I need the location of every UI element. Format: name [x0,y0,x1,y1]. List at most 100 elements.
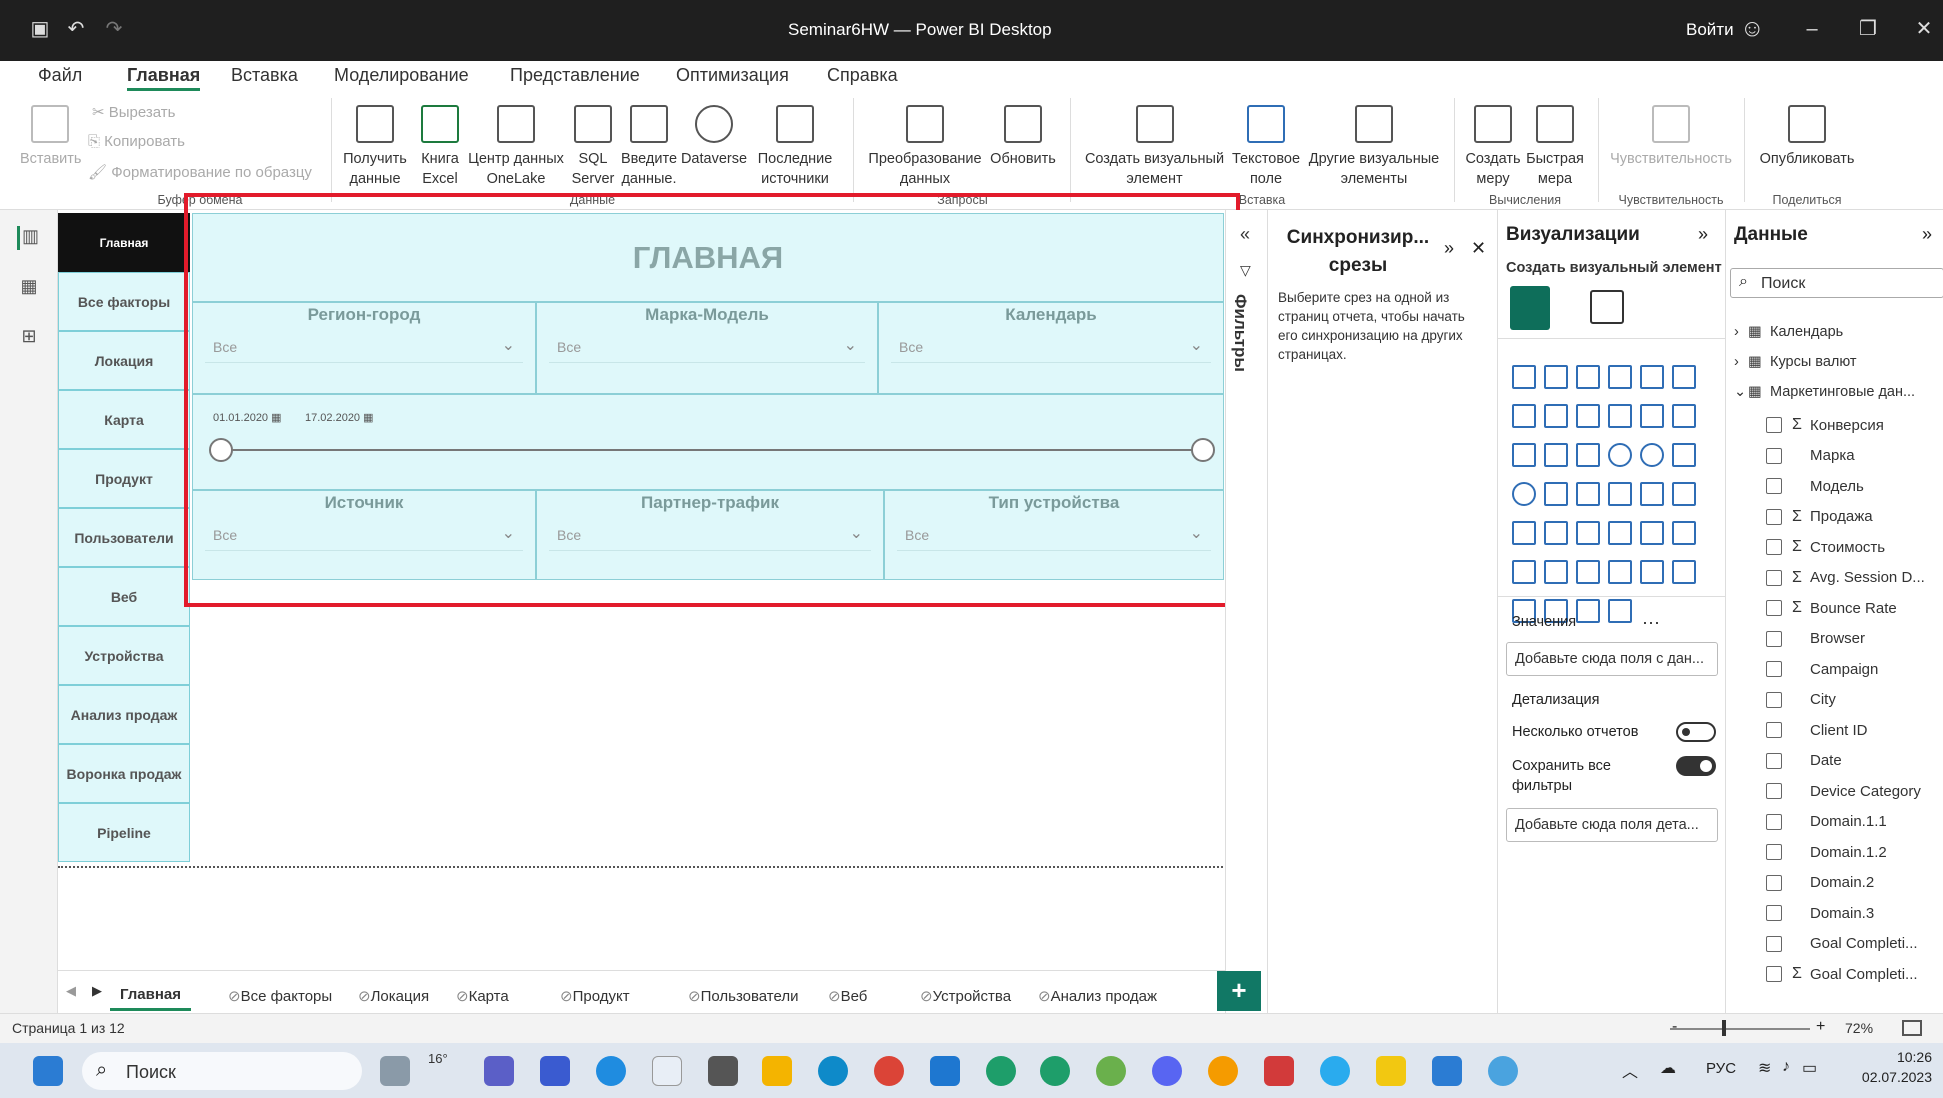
page-tab[interactable]: ⊘ Веб [818,981,877,1011]
scatter-icon[interactable] [1576,443,1600,467]
filled-map-icon[interactable] [1544,482,1568,506]
field-checkbox[interactable] [1766,417,1782,433]
taskbar-search[interactable]: ⌕ Поиск [82,1052,362,1090]
format-painter-button[interactable]: 🖌 Форматирование по образцу [88,163,312,181]
decomposition-tree-icon[interactable] [1544,560,1568,584]
tray-chevron-icon[interactable]: ︿ [1622,1058,1638,1082]
line-column-icon[interactable] [1608,404,1632,428]
azure-map-icon[interactable] [1576,482,1600,506]
field-checkbox[interactable] [1766,691,1782,708]
field-item[interactable]: Domain.2 [1766,872,1874,894]
field-checkbox[interactable] [1766,722,1782,738]
donut-icon[interactable] [1640,443,1664,467]
field-item[interactable]: Σ Avg. Session D... [1766,567,1925,589]
redo-icon[interactable]: ↷ [102,17,126,41]
paint-icon[interactable] [1488,1056,1518,1086]
transform-data-button[interactable]: Преобразование данных [865,105,985,189]
field-item[interactable]: Domain.3 [1766,902,1874,924]
field-checkbox[interactable] [1766,630,1782,647]
next-page-icon[interactable]: ▶ [92,983,102,999]
page-tab[interactable]: ⊘ Локация [348,981,439,1011]
field-checkbox[interactable] [1766,813,1782,830]
app-icon[interactable] [986,1056,1016,1086]
table-currency[interactable]: › ▦ Курсы валют [1734,354,1857,370]
field-item[interactable]: Σ Bounce Rate [1766,597,1897,619]
keep-filters-toggle[interactable] [1676,756,1716,776]
kpi-icon[interactable] [1512,521,1536,545]
field-checkbox[interactable] [1766,966,1782,982]
field-checkbox[interactable] [1766,478,1782,494]
fit-page-icon[interactable] [1902,1020,1922,1036]
page-tab[interactable]: ⊘ Все факторы [218,981,342,1011]
prev-page-icon[interactable]: ◀ [66,983,76,999]
field-item[interactable]: Σ Goal Completi... [1766,963,1918,985]
utorrent-icon[interactable] [1096,1056,1126,1086]
edge-icon[interactable] [818,1056,848,1086]
app-icon[interactable] [1208,1056,1238,1086]
zoom-slider[interactable] [1670,1028,1810,1030]
key-influencers-icon[interactable] [1512,560,1536,584]
pie-icon[interactable] [1608,443,1632,467]
excel-button[interactable]: Книга Excel [416,105,464,189]
zoom-out-icon[interactable]: - [1672,1018,1677,1036]
table-icon[interactable] [1576,521,1600,545]
menu-file[interactable]: Файл [38,65,82,86]
100-column-icon[interactable] [1672,365,1696,389]
page-button-web[interactable]: Веб [58,567,190,626]
app-icon[interactable] [1040,1056,1070,1086]
add-page-button[interactable]: + [1217,971,1261,1011]
build-visual-icon[interactable] [1510,286,1550,330]
line-chart-icon[interactable] [1512,404,1536,428]
teams-icon[interactable] [484,1056,514,1086]
get-data-button[interactable]: Получить данные [340,105,410,189]
menu-view[interactable]: Представление [510,65,640,86]
page-button-product[interactable]: Продукт [58,449,190,508]
page-button-users[interactable]: Пользователи [58,508,190,567]
field-item[interactable]: Σ Конверсия [1766,414,1884,436]
clustered-bar-icon[interactable] [1576,365,1600,389]
page-button-map[interactable]: Карта [58,390,190,449]
signin-button[interactable]: Войти [1686,20,1734,40]
field-item[interactable]: Σ Продажа [1766,506,1873,528]
minimize-icon[interactable]: – [1800,17,1824,41]
report-view-icon[interactable]: ▥ [17,226,41,250]
data-search-box[interactable]: ⌕ Поиск [1730,268,1943,298]
page-tab[interactable]: ⊘ Анализ продаж [1028,981,1167,1011]
battery-icon[interactable]: ▭ [1802,1058,1817,1078]
area-chart-icon[interactable] [1544,404,1568,428]
field-checkbox[interactable] [1766,569,1782,586]
field-checkbox[interactable] [1766,874,1782,891]
page-tab[interactable]: ⊘ Продукт [550,981,640,1011]
paste-button[interactable]: Вставить [20,105,81,169]
page-tab[interactable]: ⊘ Пользователи [678,981,808,1011]
filters-pane-collapsed[interactable]: « ▽ Фильтры [1225,210,1267,1042]
expand-icon[interactable]: « [1240,224,1250,245]
r-visual-icon[interactable] [1640,521,1664,545]
field-item[interactable]: Марка [1766,445,1855,467]
language-indicator[interactable]: РУС [1706,1060,1736,1077]
field-checkbox[interactable] [1766,447,1782,464]
stacked-bar-icon[interactable] [1512,365,1536,389]
text-box-button[interactable]: Текстовое поле [1228,105,1304,189]
paginated-report-icon[interactable] [1672,560,1696,584]
field-item[interactable]: Goal Completi... [1766,933,1918,955]
field-item[interactable]: Domain.1.2 [1766,841,1887,863]
clustered-column-icon[interactable] [1608,365,1632,389]
app-icon[interactable] [540,1056,570,1086]
funnel-icon[interactable] [1544,443,1568,467]
field-checkbox[interactable] [1766,935,1782,952]
table-calendar[interactable]: › ▦ Календарь [1734,324,1843,340]
app-icon[interactable] [708,1056,738,1086]
multi-row-card-icon[interactable] [1672,482,1696,506]
store-icon[interactable] [652,1056,682,1086]
onelake-button[interactable]: Центр данных OneLake [466,105,566,189]
field-item[interactable]: Browser [1766,628,1865,650]
page-tab[interactable]: Главная [110,981,192,1011]
close-icon[interactable]: ✕ [1912,17,1936,41]
menu-insert[interactable]: Вставка [231,65,298,86]
drill-drop-zone[interactable]: Добавьте сюда поля дета... [1506,808,1718,842]
search-input[interactable]: Поиск [1761,275,1805,293]
diamond-visual-icon[interactable] [1576,599,1600,623]
start-icon[interactable] [33,1056,63,1086]
word-icon[interactable] [1432,1056,1462,1086]
